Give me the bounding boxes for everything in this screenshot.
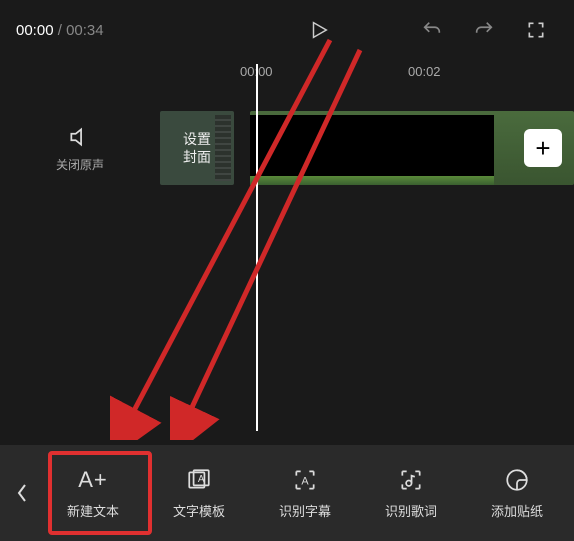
total-time: / 00:34 — [58, 22, 104, 39]
tool-label: 添加贴纸 — [491, 501, 543, 520]
chevron-left-icon — [15, 481, 29, 505]
text-add-icon: A+ — [78, 466, 108, 494]
bottom-toolbar: A+ 新建文本 A 文字模板 A 识别字幕 识别歌词 添加贴纸 — [0, 445, 574, 541]
tool-text-template[interactable]: A 文字模板 — [146, 445, 252, 541]
timeline-ruler: 00:00 00:02 — [160, 60, 574, 88]
tool-recognize-subtitle[interactable]: A 识别字幕 — [252, 445, 358, 541]
ruler-tick: 00:02 — [408, 64, 441, 79]
tool-label: 文字模板 — [173, 501, 225, 520]
clip-preview-grass — [250, 176, 494, 185]
svg-text:A: A — [198, 474, 205, 485]
clip-preview — [250, 115, 494, 177]
toolbar-back-button[interactable] — [4, 445, 40, 541]
current-time: 00:00 — [16, 22, 54, 39]
tool-label: 识别字幕 — [279, 501, 331, 520]
subtitle-icon: A — [292, 466, 318, 494]
cover-label: 设置 封面 — [183, 130, 211, 166]
template-icon: A — [186, 466, 212, 494]
tool-add-sticker[interactable]: 添加贴纸 — [464, 445, 570, 541]
lyrics-icon — [398, 466, 424, 494]
tool-recognize-lyrics[interactable]: 识别歌词 — [358, 445, 464, 541]
timeline-editor: 关闭原声 设置 封面 + — [0, 88, 574, 208]
fullscreen-button[interactable] — [514, 8, 558, 52]
tool-label: 新建文本 — [67, 501, 119, 520]
tool-new-text[interactable]: A+ 新建文本 — [40, 445, 146, 541]
redo-button[interactable] — [462, 8, 506, 52]
video-clip[interactable]: + — [250, 111, 574, 185]
undo-button[interactable] — [410, 8, 454, 52]
tool-label: 识别歌词 — [385, 501, 437, 520]
set-cover-button[interactable]: 设置 封面 — [160, 111, 234, 185]
mute-toggle[interactable]: 关闭原声 — [0, 124, 160, 173]
playhead[interactable] — [256, 64, 258, 431]
play-button[interactable] — [297, 8, 341, 52]
plus-icon: + — [535, 133, 550, 164]
mute-label: 关闭原声 — [56, 156, 104, 173]
speaker-icon — [67, 124, 93, 150]
time-display: 00:00 / 00:34 — [16, 22, 104, 39]
svg-text:A: A — [301, 475, 309, 487]
player-top-bar: 00:00 / 00:34 — [0, 0, 574, 60]
sticker-icon — [504, 466, 530, 494]
add-clip-button[interactable]: + — [524, 129, 562, 167]
